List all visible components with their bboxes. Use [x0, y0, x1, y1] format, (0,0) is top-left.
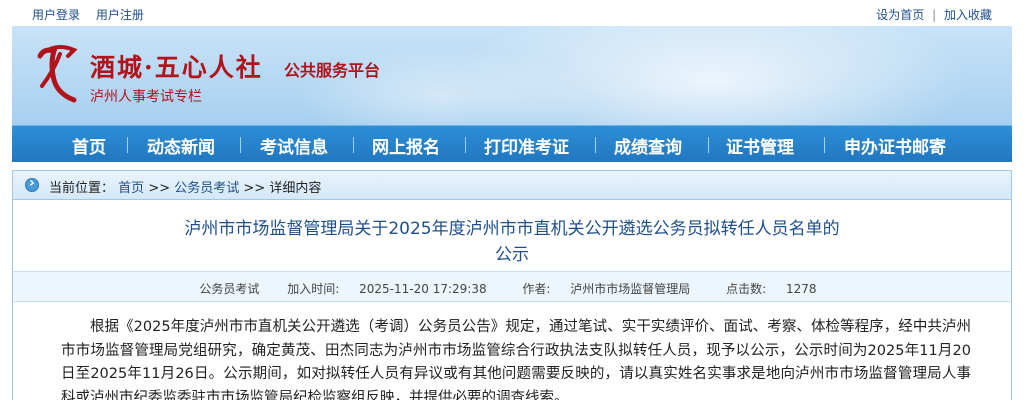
top-bar-left: 用户登录 用户注册 [32, 6, 156, 23]
nav-divider [127, 137, 128, 153]
breadcrumb-prefix: 当前位置： [49, 181, 115, 196]
meta-time-label: 加入时间: [287, 282, 340, 296]
register-link[interactable]: 用户注册 [96, 8, 144, 22]
site-banner: 酒城·五心人社 公共服务平台 泸州人事考试专栏 [12, 26, 1012, 125]
article: 泸州市市场监督管理局关于2025年度泸州市市直机关公开遴选公务员拟转任人员名单的… [12, 200, 1012, 400]
logo-mark-icon[interactable] [34, 42, 88, 104]
main-nav: 首页 动态新闻 考试信息 网上报名 打印准考证 成绩查询 证书管理 申办证书邮寄 [12, 125, 1012, 162]
top-bar: 用户登录 用户注册 设为首页 | 加入收藏 [0, 0, 1024, 26]
breadcrumb-text: 当前位置： 首页 >> 公务员考试 >> 详细内容 [49, 177, 321, 196]
nav-divider [240, 137, 241, 153]
meta-hits-label: 点击数: [726, 282, 767, 296]
top-bar-right: 设为首页 | 加入收藏 [876, 6, 992, 23]
breadcrumb-arrow-icon [25, 175, 39, 192]
nav-item-online-registration[interactable]: 网上报名 [372, 133, 440, 158]
nav-item-score-query[interactable]: 成绩查询 [614, 133, 682, 158]
meta-time-value: 2025-11-20 17:29:38 [359, 282, 487, 296]
brand-subtitle: 公共服务平台 [284, 61, 381, 80]
breadcrumb-category-link[interactable]: 公务员考试 [174, 181, 239, 196]
login-link[interactable]: 用户登录 [32, 8, 80, 22]
meta-author-label: 作者: [522, 282, 551, 296]
meta-author: 作者: 泸州市市场监督管理局 [514, 282, 698, 296]
set-home-link[interactable]: 设为首页 [876, 8, 924, 22]
article-title-line1: 泸州市市场监督管理局关于2025年度泸州市市直机关公开遴选公务员拟转任人员名单的 [184, 219, 840, 239]
nav-item-print-admission[interactable]: 打印准考证 [484, 133, 569, 158]
brand-tagline: 泸州人事考试专栏 [90, 89, 202, 105]
meta-category: 公务员考试 [199, 282, 260, 296]
nav-item-exam-info[interactable]: 考试信息 [260, 133, 328, 158]
brand-title: 酒城·五心人社 [90, 53, 263, 82]
meta-time: 加入时间: 2025-11-20 17:29:38 [279, 282, 494, 296]
nav-divider [595, 137, 596, 153]
nav-divider [353, 137, 354, 153]
breadcrumb-current: 详细内容 [269, 181, 322, 196]
meta-hits: 点击数: 1278 [718, 282, 824, 296]
article-meta: 公务员考试 加入时间: 2025-11-20 17:29:38 作者: 泸州市市… [13, 271, 1011, 302]
breadcrumb-separator: >> [243, 181, 266, 196]
nav-divider [708, 137, 709, 153]
top-bar-separator: | [932, 8, 937, 22]
meta-author-value: 泸州市市场监督管理局 [570, 282, 691, 296]
article-body: 根据《2025年度泸州市市直机关公开遴选（考调）公务员公告》规定，通过笔试、实干… [61, 319, 971, 400]
nav-divider [824, 137, 825, 153]
nav-item-home[interactable]: 首页 [72, 133, 106, 158]
breadcrumb: 当前位置： 首页 >> 公务员考试 >> 详细内容 [12, 170, 1012, 200]
nav-item-news[interactable]: 动态新闻 [147, 133, 215, 158]
nav-divider [465, 137, 466, 153]
nav-item-certificate[interactable]: 证书管理 [726, 133, 794, 158]
breadcrumb-separator: >> [148, 181, 171, 196]
nav-item-certificate-mail[interactable]: 申办证书邮寄 [844, 133, 946, 158]
article-title-line2: 公示 [495, 245, 529, 265]
breadcrumb-home-link[interactable]: 首页 [118, 181, 144, 196]
meta-hits-value: 1278 [786, 282, 817, 296]
add-favorite-link[interactable]: 加入收藏 [944, 8, 992, 22]
